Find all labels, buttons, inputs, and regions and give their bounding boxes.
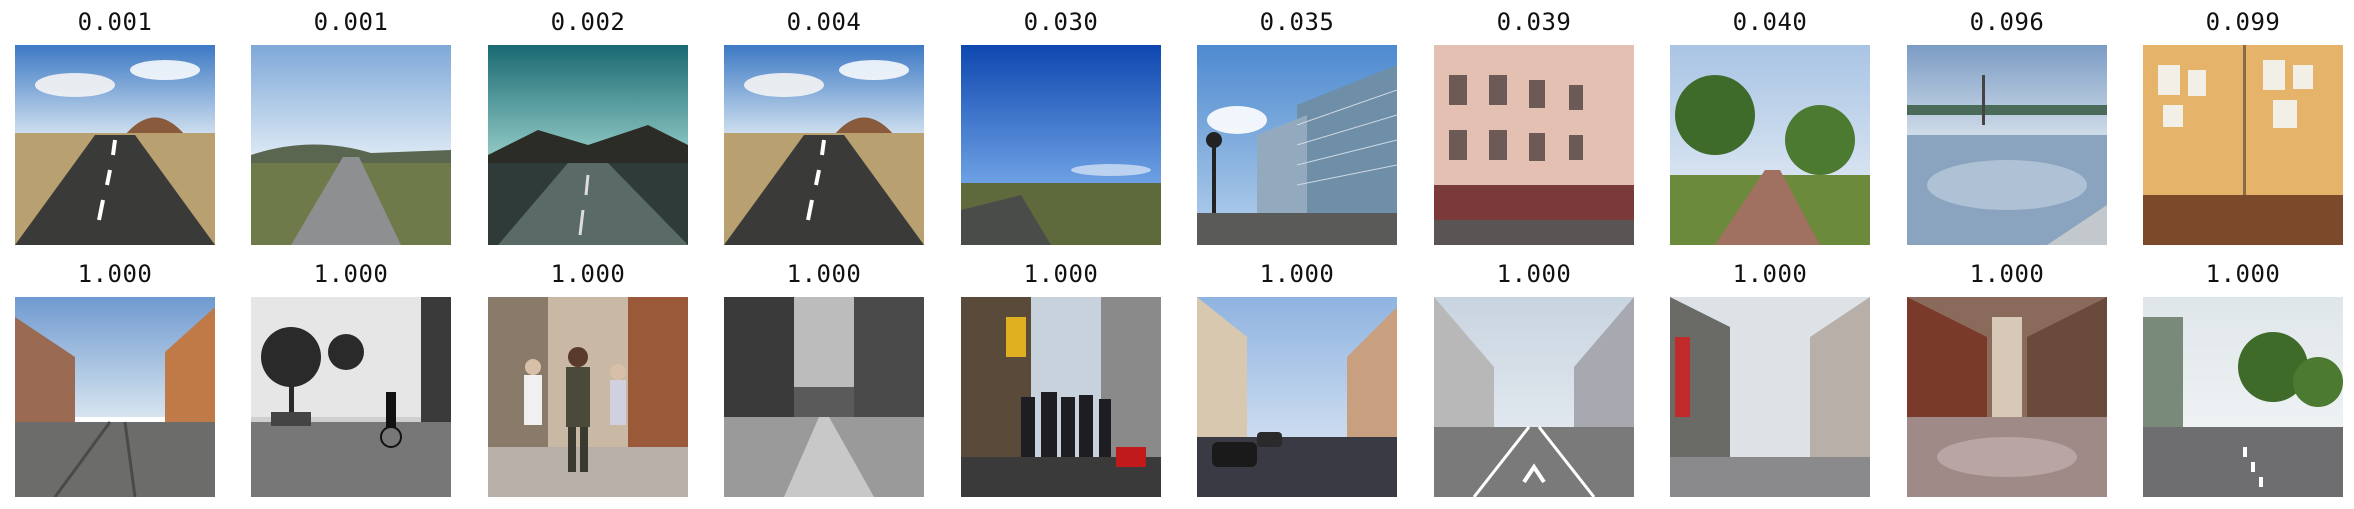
photo-wet-cobble-street: [1907, 297, 2107, 497]
score-label: 1.000: [1496, 260, 1572, 288]
thumbnail-cell: 0.040: [1670, 0, 1870, 250]
score-label: 1.000: [550, 260, 626, 288]
score-label: 0.099: [2205, 8, 2281, 36]
thumbnail-cell: 0.004: [724, 0, 924, 250]
thumbnail-cell: 1.000: [15, 252, 215, 502]
photo-bw-street-cyclists: [251, 297, 451, 497]
score-label: 1.000: [786, 260, 862, 288]
thumbnail-cell: 1.000: [488, 252, 688, 502]
photo-glass-office-buildings: [1197, 45, 1397, 245]
score-label: 0.030: [1023, 8, 1099, 36]
thumbnail-cell: 0.002: [488, 0, 688, 250]
photo-city-avenue-arrows: [1434, 297, 1634, 497]
score-label: 1.000: [77, 260, 153, 288]
thumbnail-cell: 1.000: [1670, 252, 1870, 502]
thumbnail-cell: 1.000: [1197, 252, 1397, 502]
photo-desert-road-volcano-2: [724, 45, 924, 245]
photo-crowded-shopping-street: [961, 297, 1161, 497]
score-label: 1.000: [1969, 260, 2045, 288]
photo-bw-snowy-street: [724, 297, 924, 497]
thumbnail-cell: 0.039: [1434, 0, 1634, 250]
score-label: 1.000: [1023, 260, 1099, 288]
thumbnail-cell: 0.099: [2143, 0, 2343, 250]
thumbnail-cell: 0.001: [15, 0, 215, 250]
grid-row-high-scores: 1.000 1.000 1.000 1.000 1.000 1.000 1.00…: [0, 252, 2354, 502]
thumbnail-cell: 1.000: [961, 252, 1161, 502]
image-grid: 0.001 0.001 0.002 0.004 0.030 0.035 0.03…: [0, 0, 2354, 509]
photo-street-tram-tracks: [15, 297, 215, 497]
score-label: 1.000: [2205, 260, 2281, 288]
thumbnail-cell: 1.000: [1907, 252, 2107, 502]
photo-blue-sky-plain: [961, 45, 1161, 245]
photo-desert-road-volcano: [15, 45, 215, 245]
photo-classic-building-facade: [1434, 45, 1634, 245]
grid-row-low-scores: 0.001 0.001 0.002 0.004 0.030 0.035 0.03…: [0, 0, 2354, 250]
score-label: 0.096: [1969, 8, 2045, 36]
thumbnail-cell: 0.030: [961, 0, 1161, 250]
photo-flooded-road: [1907, 45, 2107, 245]
score-label: 0.001: [77, 8, 153, 36]
photo-poster-wall: [2143, 45, 2343, 245]
score-label: 0.040: [1732, 8, 1808, 36]
photo-teal-sky-road: [488, 45, 688, 245]
thumbnail-cell: 0.096: [1907, 0, 2107, 250]
thumbnail-cell: 1.000: [1434, 252, 1634, 502]
thumbnail-cell: 0.001: [251, 0, 451, 250]
score-label: 0.039: [1496, 8, 1572, 36]
score-label: 0.001: [313, 8, 389, 36]
photo-road-to-horizon: [251, 45, 451, 245]
score-label: 1.000: [313, 260, 389, 288]
thumbnail-cell: 1.000: [251, 252, 451, 502]
photo-street-crossing-trees: [2143, 297, 2343, 497]
thumbnail-cell: 1.000: [724, 252, 924, 502]
photo-street-parked-cars: [1197, 297, 1397, 497]
photo-narrow-shop-street: [1670, 297, 1870, 497]
score-label: 1.000: [1732, 260, 1808, 288]
photo-pedestrians-alley: [488, 297, 688, 497]
photo-tree-lined-path: [1670, 45, 1870, 245]
score-label: 0.035: [1259, 8, 1335, 36]
score-label: 0.004: [786, 8, 862, 36]
score-label: 1.000: [1259, 260, 1335, 288]
score-label: 0.002: [550, 8, 626, 36]
thumbnail-cell: 0.035: [1197, 0, 1397, 250]
thumbnail-cell: 1.000: [2143, 252, 2343, 502]
